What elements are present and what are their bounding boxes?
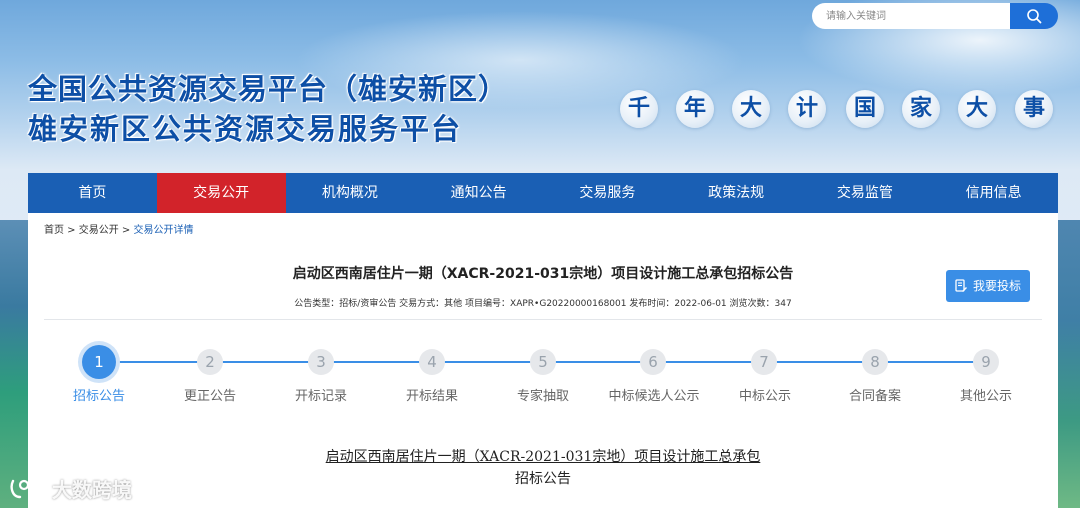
watermark: 大数跨境: [10, 474, 132, 503]
step-circle-7[interactable]: 7: [751, 349, 777, 375]
step-label-9[interactable]: 其他公示: [926, 385, 1046, 404]
watermark-text: 大数跨境: [52, 478, 132, 502]
progress-steps: 1 2 3 4 5 6 7 8 9 招标公告 更正公告 开标记录 开标结果 专家…: [28, 333, 1058, 413]
nav-item-policy[interactable]: 政策法规: [672, 173, 801, 213]
nav-item-trading-service[interactable]: 交易服务: [543, 173, 672, 213]
divider: [44, 319, 1042, 320]
bid-button[interactable]: 我要投标: [946, 270, 1030, 302]
search-bar: [812, 3, 1058, 29]
main-nav: 首页 交易公开 机构概况 通知公告 交易服务 政策法规 交易监管 信用信息: [28, 173, 1058, 213]
nav-item-supervision[interactable]: 交易监管: [801, 173, 930, 213]
step-label-4[interactable]: 开标结果: [372, 385, 492, 404]
step-circle-3[interactable]: 3: [308, 349, 334, 375]
content-panel: 首页 > 交易公开 > 交易公开详情 启动区西南居住片一期（XACR-2021-…: [28, 213, 1058, 508]
bid-button-label: 我要投标: [972, 279, 1021, 293]
landscape-right-decoration: [1058, 220, 1080, 508]
slogan-char: 大: [958, 90, 996, 128]
nav-item-notices[interactable]: 通知公告: [414, 173, 543, 213]
step-circle-9[interactable]: 9: [973, 349, 999, 375]
search-input[interactable]: [812, 3, 1012, 29]
nav-item-home[interactable]: 首页: [28, 173, 157, 213]
slogan-char: 家: [902, 90, 940, 128]
document-subtitle: 招标公告: [515, 471, 571, 487]
step-label-1[interactable]: 招标公告: [39, 385, 159, 404]
slogan-char: 大: [732, 90, 770, 128]
breadcrumb: 首页 > 交易公开 > 交易公开详情: [44, 221, 194, 236]
search-icon: [1027, 9, 1042, 24]
breadcrumb-home[interactable]: 首页: [44, 225, 64, 236]
site-title: 全国公共资源交易平台（雄安新区）: [28, 72, 509, 106]
search-button[interactable]: [1010, 3, 1058, 29]
nav-item-credit[interactable]: 信用信息: [929, 173, 1058, 213]
breadcrumb-current: 交易公开详情: [133, 225, 194, 236]
step-circle-6[interactable]: 6: [640, 349, 666, 375]
breadcrumb-section[interactable]: 交易公开: [79, 225, 119, 236]
slogan-char: 事: [1015, 90, 1053, 128]
slogan-char: 国: [846, 90, 884, 128]
step-circle-4[interactable]: 4: [419, 349, 445, 375]
nav-item-institution[interactable]: 机构概况: [286, 173, 415, 213]
site-subtitle: 雄安新区公共资源交易服务平台: [28, 112, 463, 146]
step-circle-1[interactable]: 1: [82, 345, 116, 379]
step-circle-8[interactable]: 8: [862, 349, 888, 375]
step-label-7[interactable]: 中标公示: [705, 385, 825, 404]
breadcrumb-separator: >: [64, 225, 79, 236]
step-circle-2[interactable]: 2: [197, 349, 223, 375]
notice-meta: 公告类型：招标/资审公告 交易方式：其他 项目编号：XAPR•G20220000…: [294, 299, 792, 309]
document-title-text: 启动区西南居住片一期（XACR-2021-031宗地）项目设计施工总承包: [325, 449, 761, 465]
step-label-5[interactable]: 专家抽取: [483, 385, 603, 404]
notice-title: 启动区西南居住片一期（XACR-2021-031宗地）项目设计施工总承包招标公告: [292, 266, 794, 282]
breadcrumb-separator: >: [118, 225, 134, 236]
step-label-6[interactable]: 中标候选人公示: [594, 385, 714, 404]
document-title: 启动区西南居住片一期（XACR-2021-031宗地）项目设计施工总承包: [28, 446, 1058, 466]
slogan-char: 计: [788, 90, 826, 128]
nav-item-trading-public[interactable]: 交易公开: [156, 173, 286, 213]
document-edit-icon: [955, 279, 967, 292]
step-label-8[interactable]: 合同备案: [815, 385, 935, 404]
slogan-char: 年: [676, 90, 714, 128]
brand-logo-icon: [10, 478, 47, 499]
step-label-2[interactable]: 更正公告: [150, 385, 270, 404]
step-circle-5[interactable]: 5: [530, 349, 556, 375]
step-label-3[interactable]: 开标记录: [261, 385, 381, 404]
slogan: 千 年 大 计 国 家 大 事: [620, 90, 1060, 130]
landscape-left-decoration: [0, 220, 30, 508]
slogan-char: 千: [620, 90, 658, 128]
